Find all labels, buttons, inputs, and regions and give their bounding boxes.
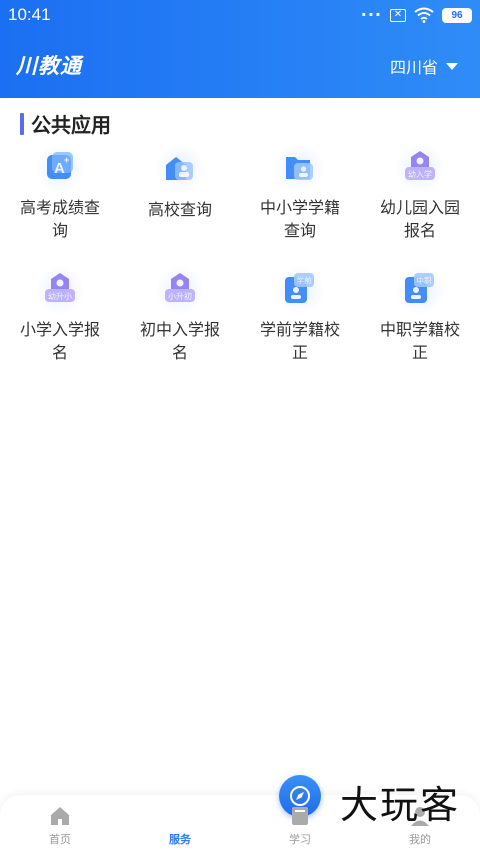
tab-label: 学习 xyxy=(289,833,311,846)
tab-service[interactable]: 服务 xyxy=(120,775,321,853)
svg-text:小升初: 小升初 xyxy=(168,291,192,301)
home-icon xyxy=(51,807,69,825)
app-label: 高校查询 xyxy=(147,200,212,219)
app-grid: A + 高考成绩查询 高校查询 中小学学籍查询 幼入学 幼儿园入园报名 幼升小 … xyxy=(0,140,480,364)
tab-label: 我的 xyxy=(409,833,431,846)
app-item-student-status-query[interactable]: 中小学学籍查询 xyxy=(240,140,360,242)
caret-down-icon xyxy=(446,62,458,70)
section-title: 公共应用 xyxy=(20,109,111,138)
svg-text:学前: 学前 xyxy=(297,275,312,285)
svg-text:幼入学: 幼入学 xyxy=(408,169,432,179)
junior-badge-icon: 小升初 xyxy=(154,266,206,314)
status-time: 10:41 xyxy=(8,5,51,24)
tab-home[interactable]: 首页 xyxy=(0,795,120,853)
more-dots-icon: ··· xyxy=(360,5,382,24)
grade-A-icon: A + xyxy=(34,144,86,192)
app-label: 中小学学籍查询 xyxy=(259,198,340,240)
tab-label: 服务 xyxy=(169,833,191,846)
app-label: 初中入学报名 xyxy=(139,320,220,362)
status-bar: 10:41 ··· ✕ 96 xyxy=(0,0,480,32)
app-item-vocational-correction[interactable]: 中职 中职学籍校正 xyxy=(360,262,480,364)
svg-text:幼升小: 幼升小 xyxy=(48,291,72,301)
university-icon xyxy=(154,144,206,192)
app-label: 高考成绩查询 xyxy=(19,198,100,240)
app-item-preschool-correction[interactable]: 学前 学前学籍校正 xyxy=(240,262,360,364)
svg-text:A: A xyxy=(54,160,65,177)
folder-person-icon xyxy=(274,144,326,192)
app-title: 川教通 xyxy=(16,53,82,78)
primary-badge-icon: 幼升小 xyxy=(34,266,86,314)
app-label: 学前学籍校正 xyxy=(259,320,340,362)
section-title-text: 公共应用 xyxy=(31,113,111,137)
app-item-gaokao-score[interactable]: A + 高考成绩查询 xyxy=(0,140,120,242)
app-item-kindergarten-enroll[interactable]: 幼入学 幼儿园入园报名 xyxy=(360,140,480,242)
book-icon xyxy=(292,807,308,825)
vocational-card-icon: 中职 xyxy=(394,266,446,314)
app-header: 10:41 ··· ✕ 96 川教通 四川省 xyxy=(0,0,480,98)
sim-x-icon: ✕ xyxy=(390,8,406,22)
app-item-junior-enroll[interactable]: 小升初 初中入学报名 xyxy=(120,262,240,364)
battery-icon: 96 xyxy=(442,7,472,23)
status-icons: ··· ✕ 96 xyxy=(361,7,472,23)
app-label: 小学入学报名 xyxy=(19,320,100,362)
svg-text:中职: 中职 xyxy=(417,275,432,285)
province-selector[interactable]: 四川省 xyxy=(390,54,458,78)
watermark: 大玩客 xyxy=(339,783,460,827)
preschool-card-icon: 学前 xyxy=(274,266,326,314)
section-accent-bar xyxy=(20,112,24,135)
svg-text:+: + xyxy=(64,155,69,165)
app-item-university-query[interactable]: 高校查询 xyxy=(120,140,240,242)
kindergarten-badge-icon: 幼入学 xyxy=(394,144,446,192)
province-label: 四川省 xyxy=(389,58,438,77)
wifi-icon xyxy=(414,7,434,23)
tab-label: 首页 xyxy=(49,833,71,846)
app-label: 中职学籍校正 xyxy=(379,320,460,362)
app-label: 幼儿园入园报名 xyxy=(379,198,460,240)
app-item-primary-enroll[interactable]: 幼升小 小学入学报名 xyxy=(0,262,120,364)
